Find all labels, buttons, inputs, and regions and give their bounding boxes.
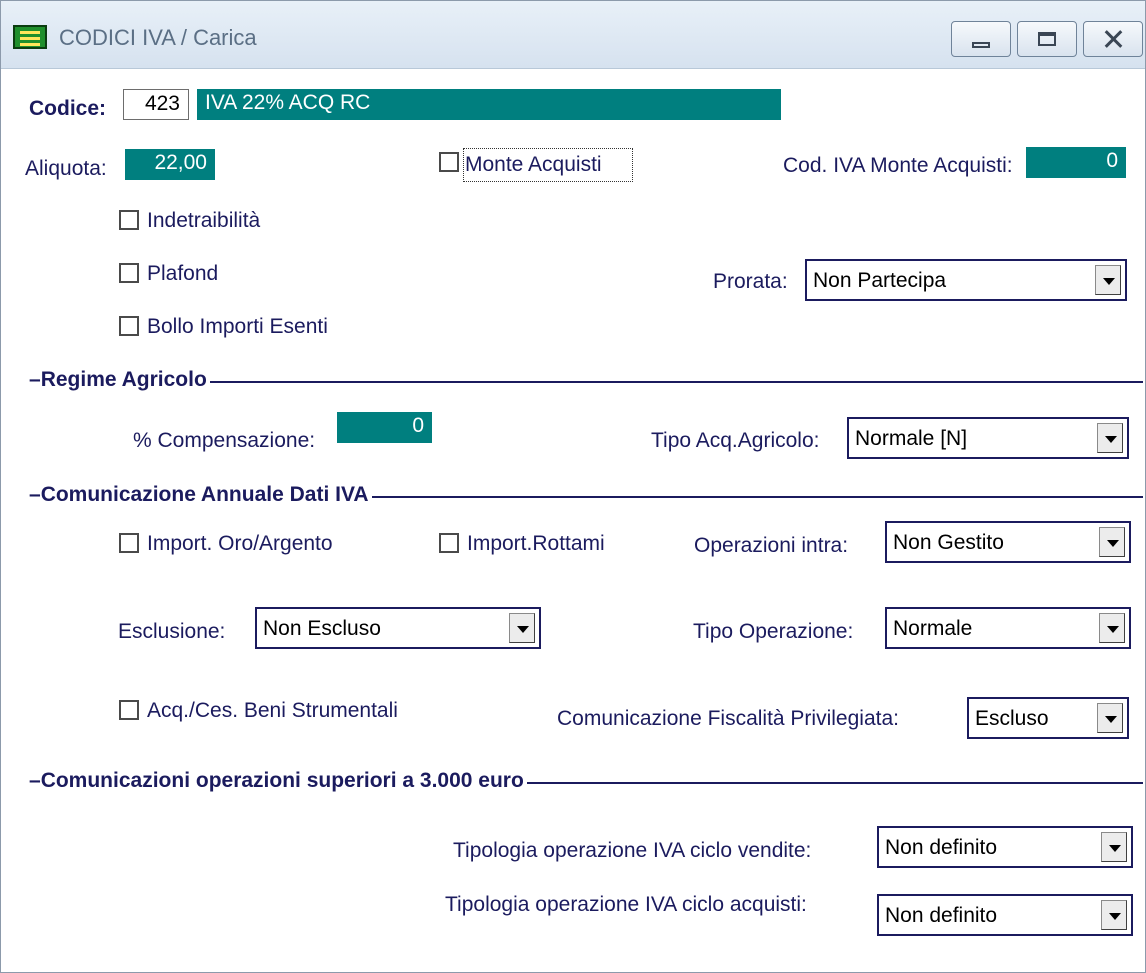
esclusione-value: Non Escluso xyxy=(263,617,381,640)
esclusione-select[interactable]: Non Escluso xyxy=(255,607,541,649)
vendite-value: Non definito xyxy=(885,836,998,859)
minimize-icon xyxy=(972,42,990,48)
tipo-acq-label: Tipo Acq.Agricolo: xyxy=(651,429,820,452)
beni-strumentali-checkbox[interactable] xyxy=(119,700,139,720)
esclusione-label: Esclusione: xyxy=(118,620,226,643)
rottami-checkbox[interactable] xyxy=(439,533,459,553)
vendite-select[interactable]: Non definito xyxy=(877,826,1133,868)
beni-strumentali-label: Acq./Ces. Beni Strumentali xyxy=(147,699,398,722)
acquisti-select[interactable]: Non definito xyxy=(877,894,1133,936)
compensazione-label: % Compensazione: xyxy=(133,429,316,452)
fiscalita-label: Comunicazione Fiscalità Privilegiata: xyxy=(557,707,899,730)
cod-iva-monte-label: Cod. IVA Monte Acquisti: xyxy=(783,154,1013,177)
minimize-button[interactable] xyxy=(951,21,1011,57)
codice-input[interactable]: 423 xyxy=(123,89,189,120)
chevron-down-icon[interactable] xyxy=(509,613,535,643)
chevron-down-icon[interactable] xyxy=(1099,613,1125,643)
prorata-select[interactable]: Non Partecipa xyxy=(805,259,1127,301)
operazioni-intra-value: Non Gestito xyxy=(893,531,1004,554)
window: CODICI IVA / Carica Codice: 423 IVA 22% … xyxy=(0,0,1146,973)
indetraibilita-label: Indetraibilità xyxy=(147,209,261,232)
aliquota-input[interactable]: 22,00 xyxy=(125,149,215,180)
chevron-down-icon[interactable] xyxy=(1101,900,1127,930)
monte-acquisti-label: Monte Acquisti xyxy=(465,153,602,176)
oro-argento-checkbox[interactable] xyxy=(119,533,139,553)
compensazione-input[interactable]: 0 xyxy=(337,412,432,443)
tipo-operazione-label: Tipo Operazione: xyxy=(693,620,854,643)
chevron-down-icon[interactable] xyxy=(1097,423,1123,453)
oro-argento-label: Import. Oro/Argento xyxy=(147,532,333,555)
comunicazione-annuale-title: –Comunicazione Annuale Dati IVA xyxy=(29,483,372,507)
tipo-operazione-value: Normale xyxy=(893,617,973,640)
acquisti-value: Non definito xyxy=(885,904,998,927)
chevron-down-icon[interactable] xyxy=(1097,703,1123,733)
monte-acquisti-checkbox[interactable] xyxy=(439,152,459,172)
prorata-label: Prorata: xyxy=(713,270,788,293)
plafond-checkbox[interactable] xyxy=(119,263,139,283)
aliquota-label: Aliquota: xyxy=(25,157,107,180)
fiscalita-select[interactable]: Escluso xyxy=(967,697,1129,739)
prorata-value: Non Partecipa xyxy=(813,269,947,292)
chevron-down-icon[interactable] xyxy=(1099,527,1125,557)
rottami-label: Import.Rottami xyxy=(467,532,605,555)
cod-iva-monte-input[interactable]: 0 xyxy=(1026,147,1126,178)
maximize-icon xyxy=(1038,32,1056,46)
tipo-acq-select[interactable]: Normale [N] xyxy=(847,417,1129,459)
close-button[interactable] xyxy=(1083,21,1143,57)
chevron-down-icon[interactable] xyxy=(1095,265,1121,295)
operazioni-intra-label: Operazioni intra: xyxy=(694,534,849,557)
bollo-label: Bollo Importi Esenti xyxy=(147,315,328,338)
app-table-icon xyxy=(13,25,47,49)
descrizione-input[interactable]: IVA 22% ACQ RC xyxy=(197,89,781,120)
close-icon xyxy=(1102,28,1124,50)
codice-label: Codice: xyxy=(29,97,107,120)
indetraibilita-checkbox[interactable] xyxy=(119,210,139,230)
acquisti-label: Tipologia operazione IVA ciclo acquisti: xyxy=(445,893,807,916)
tipo-operazione-select[interactable]: Normale xyxy=(885,607,1131,649)
window-title: CODICI IVA / Carica xyxy=(59,25,257,50)
operazioni-superiori-title: –Comunicazioni operazioni superiori a 3.… xyxy=(29,769,527,793)
maximize-button[interactable] xyxy=(1017,21,1077,57)
fiscalita-value: Escluso xyxy=(975,707,1049,730)
plafond-label: Plafond xyxy=(147,262,219,285)
vendite-label: Tipologia operazione IVA ciclo vendite: xyxy=(453,839,812,862)
tipo-acq-value: Normale [N] xyxy=(855,427,968,450)
title-bar[interactable]: CODICI IVA / Carica xyxy=(1,1,1145,69)
regime-agricolo-title: –Regime Agricolo xyxy=(29,368,210,392)
operazioni-intra-select[interactable]: Non Gestito xyxy=(885,521,1131,563)
bollo-checkbox[interactable] xyxy=(119,316,139,336)
chevron-down-icon[interactable] xyxy=(1101,832,1127,862)
